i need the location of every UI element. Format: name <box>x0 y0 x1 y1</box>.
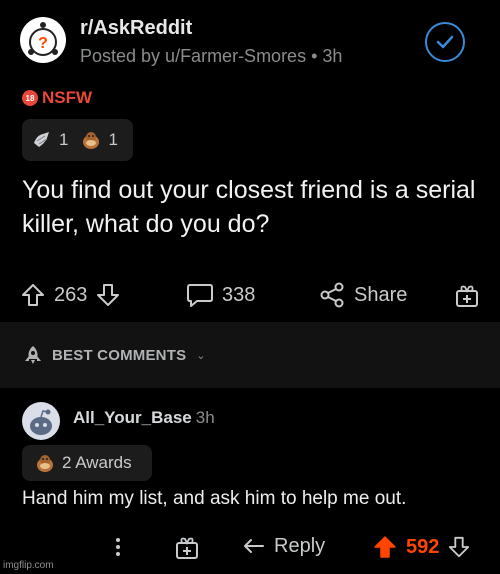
award-count: 1 <box>108 130 118 149</box>
chevron-down-icon: ⌄ <box>196 349 206 362</box>
reply-button[interactable]: Reply <box>242 534 325 558</box>
username[interactable]: All_Your_Base <box>73 408 192 427</box>
awards-label: 2 Awards <box>62 453 132 472</box>
share-label: Share <box>354 283 408 306</box>
comment-awards[interactable]: 2 Awards <box>22 445 152 481</box>
more-options-button[interactable] <box>112 534 124 560</box>
gift-icon <box>456 285 478 307</box>
give-award-button[interactable] <box>174 534 200 560</box>
share-button[interactable]: Share <box>318 282 407 308</box>
watermark: imgflip.com <box>3 560 54 571</box>
comment-score: 592 <box>406 535 440 558</box>
vote-group: 263 <box>20 282 121 308</box>
subreddit-avatar[interactable]: ? <box>20 17 66 63</box>
comment-sort-bar[interactable]: BEST COMMENTS ⌄ <box>0 322 500 388</box>
comment-actions: Reply 592 <box>0 528 500 568</box>
comments-button[interactable]: 338 <box>186 282 255 308</box>
comment: All_Your_Base 3h 2 Awards Hand him my lis… <box>0 388 500 574</box>
nsfw-tag: 18 NSFW <box>22 88 92 108</box>
rocket-icon <box>25 346 41 364</box>
nsfw-label: NSFW <box>42 88 93 107</box>
sort-label: BEST COMMENTS <box>52 346 187 364</box>
comment-author[interactable]: All_Your_Base 3h <box>73 408 215 428</box>
joined-check-icon[interactable] <box>425 22 465 62</box>
downvote-icon[interactable] <box>447 535 471 559</box>
more-vertical-icon <box>116 538 120 556</box>
wholesome-award-icon <box>37 455 53 472</box>
silver-award-icon <box>34 132 49 147</box>
award-count: 1 <box>59 130 69 149</box>
comment-vote-group: 592 <box>372 534 471 560</box>
post-title[interactable]: You find out your closest friend is a se… <box>22 173 492 241</box>
give-award-button[interactable] <box>454 282 480 308</box>
share-icon <box>320 282 344 308</box>
post-actions: 263 338 Share <box>0 276 500 316</box>
reply-label: Reply <box>274 534 326 557</box>
post-card: ? r/AskReddit Posted by u/Farmer-Smores … <box>0 0 500 322</box>
comment-icon <box>187 284 213 307</box>
downvote-icon[interactable] <box>95 282 121 308</box>
post-meta[interactable]: Posted by u/Farmer-Smores • 3h <box>80 46 342 67</box>
nsfw-badge-icon: 18 <box>22 90 38 106</box>
svg-text:?: ? <box>38 35 48 52</box>
snoo-avatar-icon <box>30 409 52 435</box>
upvote-icon[interactable] <box>372 534 398 560</box>
comment-time: 3h <box>195 408 215 427</box>
askreddit-icon: ? <box>28 22 58 56</box>
wholesome-award-icon <box>83 132 100 149</box>
reply-icon <box>244 539 264 553</box>
comment-body: Hand him my list, and ask him to help me… <box>22 488 407 509</box>
post-awards[interactable]: 1 1 <box>22 119 133 161</box>
subreddit-name[interactable]: r/AskReddit <box>80 17 192 40</box>
post-score: 263 <box>54 283 88 306</box>
comment-count: 338 <box>222 283 256 306</box>
avatar[interactable] <box>22 402 60 440</box>
upvote-icon[interactable] <box>20 282 46 308</box>
gift-icon <box>176 537 198 559</box>
